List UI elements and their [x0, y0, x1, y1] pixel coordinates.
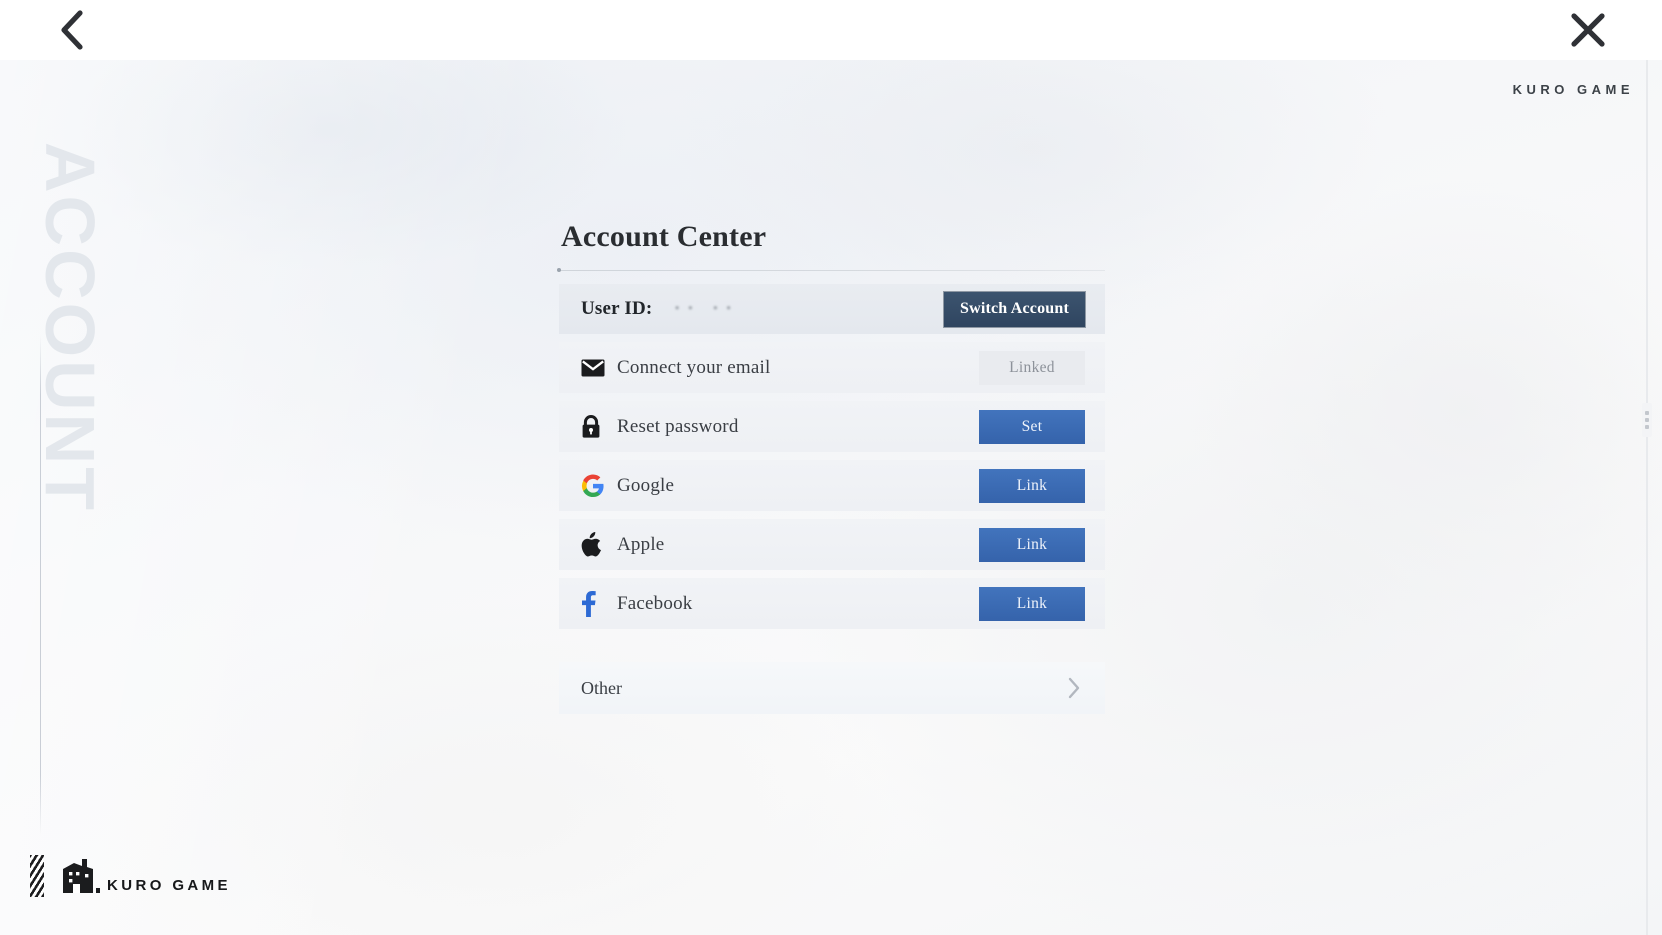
- row-label-facebook: Facebook: [617, 592, 693, 614]
- row-label-reset-password: Reset password: [617, 415, 739, 437]
- lock-icon: [581, 414, 607, 440]
- row-label-apple: Apple: [617, 533, 665, 555]
- user-id-label: User ID:: [581, 298, 653, 319]
- set-password-button[interactable]: Set: [979, 409, 1085, 444]
- google-icon: [581, 473, 607, 499]
- brand-top-right: KURO GAME: [1512, 82, 1634, 97]
- row-apple: Apple Link: [559, 519, 1105, 570]
- chevron-left-icon: [61, 10, 83, 50]
- close-icon: [1571, 13, 1605, 47]
- apple-icon: [581, 532, 607, 558]
- chevron-right-icon: [1068, 677, 1080, 699]
- account-watermark: ACCOUNT: [31, 142, 109, 513]
- row-label-connect-email: Connect your email: [617, 356, 771, 378]
- vertical-scrollbar-track[interactable]: [1646, 60, 1648, 935]
- link-facebook-button[interactable]: Link: [979, 586, 1085, 621]
- brand-bottom-left-text: KURO GAME: [107, 877, 231, 894]
- row-label-google: Google: [617, 474, 675, 496]
- grip-dot: [1645, 411, 1649, 415]
- row-reset-password: Reset password Set: [559, 401, 1105, 452]
- page-background: ACCOUNT KURO GAME KURO GAME Account Cent…: [0, 60, 1662, 935]
- back-button[interactable]: [46, 6, 98, 54]
- status-badge-email-linked: Linked: [979, 350, 1085, 385]
- left-rail-divider: [40, 335, 41, 835]
- account-rows-list: User ID: •• •• Switch Account Connect yo…: [559, 284, 1105, 629]
- window-titlebar: [0, 0, 1662, 60]
- row-other[interactable]: Other: [559, 662, 1105, 714]
- user-id-value: •• ••: [674, 300, 740, 317]
- link-apple-button[interactable]: Link: [979, 527, 1085, 562]
- hatch-bar-decoration: [30, 855, 44, 897]
- user-id-row: User ID: •• •• Switch Account: [559, 284, 1105, 334]
- row-connect-email: Connect your email Linked: [559, 342, 1105, 393]
- close-button[interactable]: [1562, 6, 1614, 54]
- switch-account-button[interactable]: Switch Account: [943, 290, 1086, 328]
- title-divider: [557, 268, 1105, 272]
- grip-dot: [1645, 418, 1649, 422]
- account-center-panel: Account Center User ID: •• •• Switch Acc…: [557, 220, 1105, 714]
- email-icon: [581, 355, 607, 381]
- page-title: Account Center: [561, 220, 767, 253]
- row-google: Google Link: [559, 460, 1105, 511]
- grip-dot: [1645, 425, 1649, 429]
- kuro-building-logo-icon: [63, 859, 100, 893]
- row-label-other: Other: [581, 677, 622, 698]
- brand-bottom-left: KURO GAME: [30, 855, 231, 897]
- facebook-icon: [581, 590, 607, 617]
- link-google-button[interactable]: Link: [979, 468, 1085, 503]
- vertical-scrollbar-thumb[interactable]: [1642, 403, 1652, 437]
- row-facebook: Facebook Link: [559, 578, 1105, 629]
